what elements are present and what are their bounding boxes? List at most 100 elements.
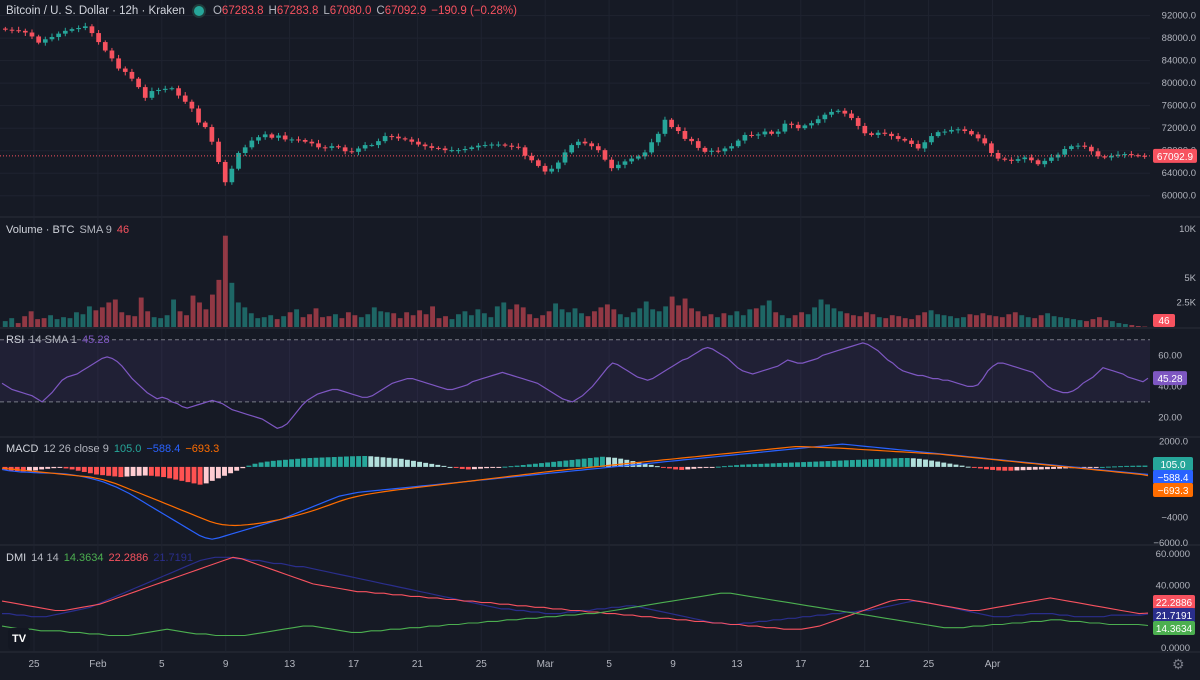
time-axis-label: 21 [859,659,871,670]
macd-histogram-bar [155,467,160,477]
macd-histogram-bar [94,467,99,475]
macd-histogram-bar [240,467,245,468]
volume-bar [1058,317,1063,327]
candle-body [896,136,901,139]
volume-bar [1052,316,1057,327]
candle-body [176,88,181,95]
candle-body [723,148,728,151]
volume-bar [1032,318,1037,327]
time-axis-label: 9 [670,659,676,670]
rsi-title[interactable]: RSI [6,334,24,346]
chart-canvas[interactable]: 25Feb5913172125Mar5913172125Apr92000.088… [0,0,1200,675]
macd-histogram-bar [1033,467,1038,470]
macd-histogram-bar [39,467,44,470]
candle-body [703,148,708,152]
macd-histogram-bar [716,467,721,468]
candle-body [503,145,508,146]
dmi-title[interactable]: DMI [6,552,26,564]
macd-histogram-bar [82,467,87,472]
candle-body [110,51,115,59]
macd-histogram-bar [533,464,538,467]
candle-body [536,160,541,166]
macd-histogram-bar [70,467,75,470]
volume-bar [916,315,921,327]
rsi-legend: RSI 14 SMA 1 45.28 [6,334,110,346]
candle-body [736,141,741,147]
macd-histogram-bar [265,462,270,467]
macd-histogram-bar [496,467,501,468]
volume-bar [1045,313,1050,327]
candle-body [283,136,288,140]
macd-histogram-bar [88,467,93,473]
dmi-last-label: 14.3634 [1156,624,1193,635]
volume-bar [152,317,157,327]
candle-body [1029,157,1034,160]
macd-title[interactable]: MACD [6,443,38,455]
volume-bar [178,311,183,327]
volume-title[interactable]: Volume · BTC [6,224,74,236]
volume-bar [586,316,591,327]
volume-bar [929,310,934,327]
volume-bar [870,314,875,327]
candle-body [1036,160,1041,164]
volume-bar [216,280,221,327]
macd-histogram-bar [51,467,56,468]
volume-bar [877,317,882,327]
volume-bar [417,310,422,327]
volume-bar [288,312,293,327]
volume-bar [534,318,539,327]
volume-bar [993,316,998,327]
volume-bar [715,317,720,327]
volume-bar [365,314,370,327]
candle-body [316,143,321,147]
volume-bar [657,311,662,327]
macd-histogram-bar [1100,467,1105,468]
macd-histogram-bar [313,458,318,467]
macd-last-label: −693.3 [1158,486,1189,497]
macd-histogram-bar [527,464,532,467]
candle-body [623,161,628,164]
macd-histogram-bar [832,461,837,467]
volume-bar [624,317,629,327]
macd-histogram-bar [844,460,849,467]
price-axis-label: 92000.0 [1162,11,1196,22]
candle-body [1016,159,1021,161]
macd-signal-value: −693.3 [185,443,219,455]
candle-body [956,129,961,130]
volume-bar [553,303,558,327]
volume-bar [352,315,357,327]
volume-bar [508,309,513,327]
candle-body [756,134,761,135]
candle-body [296,139,301,140]
time-axis-label: 13 [731,659,743,670]
time-axis-label: 25 [476,659,488,670]
tradingview-logo-icon[interactable]: TV [8,628,30,650]
candle-body [409,139,414,141]
volume-bar [1123,324,1128,327]
macd-histogram-bar [490,467,495,468]
candle-body [649,142,654,152]
macd-histogram-bar [125,467,130,477]
macd-histogram-bar [1002,467,1007,471]
macd-histogram-bar [685,467,690,470]
dmi-minus-value: 22.2886 [108,552,148,564]
symbol-title[interactable]: Bitcoin / U. S. Dollar · 12h · Kraken [6,5,185,17]
macd-histogram-bar [1045,467,1050,469]
volume-bar [42,318,47,327]
macd-histogram-bar [112,467,117,477]
price-axis-label: 60000.0 [1162,191,1196,202]
volume-bar [980,313,985,327]
macd-hist-value: 105.0 [114,443,142,455]
volume-axis-label: 5K [1184,273,1196,284]
volume-bar [812,307,817,327]
volume-bar [851,315,856,327]
macd-histogram-bar [137,467,142,476]
volume-bar [955,318,960,327]
candle-body [603,150,608,160]
dmi-adx-value: 21.7191 [153,552,193,564]
chart-workspace[interactable]: 25Feb5913172125Mar5913172125Apr92000.088… [0,0,1200,675]
candle-body [76,28,81,29]
macd-histogram-bar [1118,466,1123,467]
volume-bar [754,308,759,327]
gear-icon[interactable]: ⚙ [1172,656,1185,673]
